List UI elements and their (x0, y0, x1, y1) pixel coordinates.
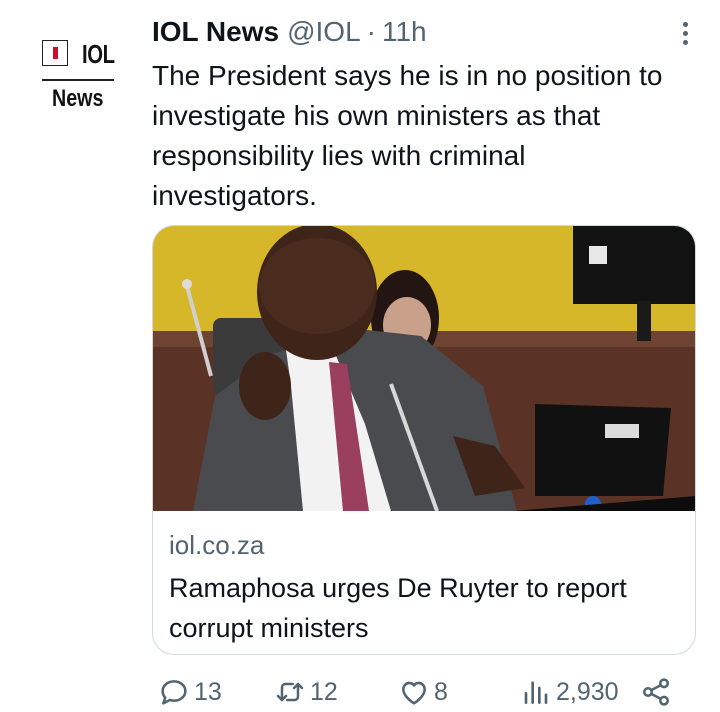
tweet-text: The President says he is in no position … (152, 60, 663, 211)
logo-text: IOL (82, 39, 115, 69)
action-bar: 13 12 8 2,930 (152, 672, 692, 712)
share-icon (643, 678, 669, 706)
more-icon[interactable] (682, 22, 690, 46)
like-icon (402, 681, 426, 705)
avatar[interactable]: IOL News (30, 20, 126, 116)
like-count: 8 (434, 677, 448, 706)
author-name[interactable]: IOL News (152, 16, 279, 48)
logo-subtext: News (52, 85, 104, 112)
timestamp[interactable]: 11h (382, 16, 427, 48)
tweet-header: IOL News @IOL · 11h (152, 16, 427, 52)
reply-icon (161, 680, 187, 705)
iol-logo: IOL (42, 39, 115, 70)
views-button[interactable]: 2,930 (520, 672, 619, 712)
author-handle[interactable]: @IOL (287, 16, 361, 48)
like-button[interactable]: 8 (398, 672, 448, 712)
retweet-count: 12 (310, 677, 338, 706)
card-title: Ramaphosa urges De Ruyter to report corr… (169, 573, 627, 643)
reply-count: 13 (194, 677, 222, 706)
logo-divider (42, 79, 114, 81)
separator-dot: · (366, 16, 376, 47)
share-button[interactable] (640, 672, 672, 712)
retweet-icon (276, 682, 304, 702)
card-domain: iol.co.za (169, 530, 265, 560)
retweet-button[interactable]: 12 (274, 672, 338, 712)
views-icon (524, 681, 548, 704)
reply-button[interactable]: 13 (158, 672, 222, 712)
card-image (153, 226, 695, 511)
views-count: 2,930 (556, 677, 619, 706)
logo-box-icon (42, 40, 68, 66)
link-card[interactable]: iol.co.za Ramaphosa urges De Ruyter to r… (152, 225, 696, 655)
